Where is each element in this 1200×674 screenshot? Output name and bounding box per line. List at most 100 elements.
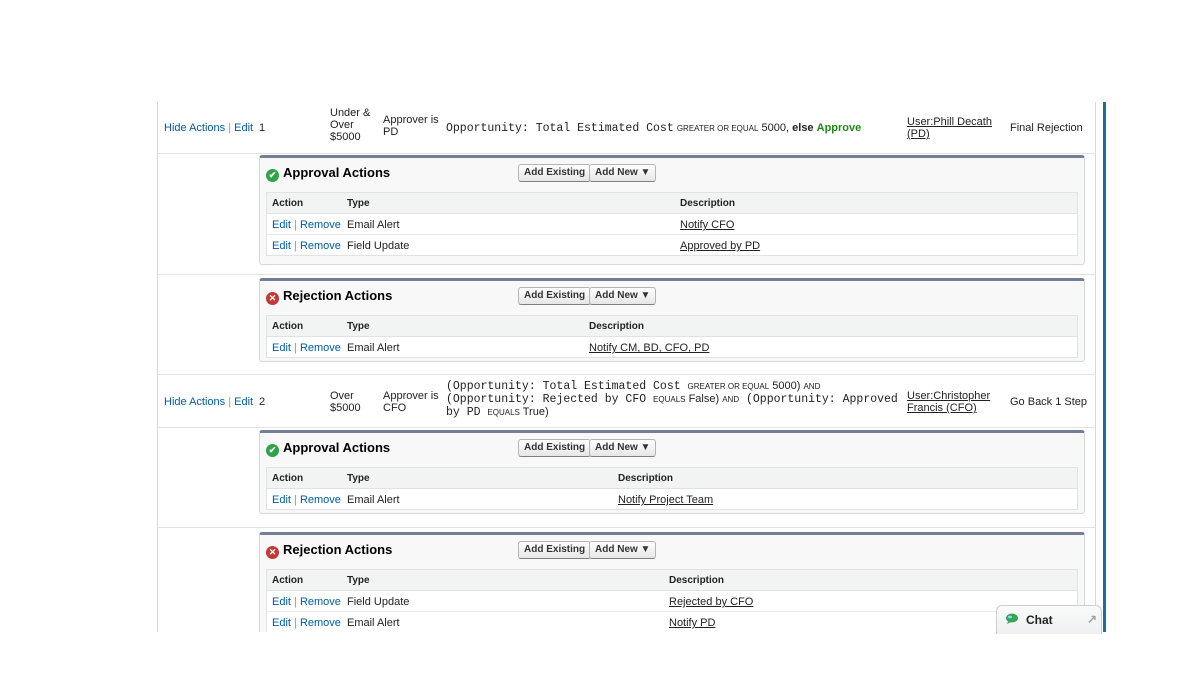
rejection-actions-panel: ✕ Rejection Actions Add Existing Add New …	[259, 532, 1085, 632]
hide-actions-link[interactable]: Hide Actions	[164, 396, 225, 408]
chat-bubble-icon	[1005, 613, 1019, 624]
panel-title-text: Rejection Actions	[283, 542, 393, 557]
action-type: Email Alert	[347, 617, 400, 629]
edit-step-link[interactable]: Edit	[234, 396, 253, 408]
remove-action-link[interactable]: Remove	[300, 219, 341, 231]
step-description-line: Approver is	[383, 114, 439, 126]
edit-action-link[interactable]: Edit	[272, 219, 291, 231]
edit-action-link[interactable]: Edit	[272, 494, 291, 506]
separator: |	[228, 396, 232, 408]
remove-action-link[interactable]: Remove	[300, 342, 341, 354]
action-description-link[interactable]: Notify Project Team	[618, 494, 713, 506]
x-icon: ✕	[266, 546, 279, 559]
assigned-approver-link[interactable]: Francis (CFO)	[907, 402, 977, 414]
panel-title: ✕ Rejection Actions	[266, 542, 392, 559]
edit-action-link[interactable]: Edit	[272, 596, 291, 608]
action-type: Field Update	[347, 596, 410, 608]
actions-table: Action Type Description Edit | Remove Em…	[266, 467, 1078, 510]
step-criteria: Opportunity: Total Estimated Cost GREATE…	[446, 122, 861, 135]
rejection-actions-panel: ✕ Rejection Actions Add Existing Add New …	[259, 278, 1085, 362]
approval-actions-panel: ✔ Approval Actions Add Existing Add New ▼…	[259, 430, 1085, 514]
criteria-field: (Opportunity: Rejected by CFO	[446, 393, 654, 406]
remove-action-link[interactable]: Remove	[300, 494, 341, 506]
assigned-approver-link[interactable]: User:Christopher	[907, 390, 990, 402]
criteria-field: Opportunity: Total Estimated Cost	[446, 122, 674, 135]
add-existing-button[interactable]: Add Existing	[518, 541, 592, 559]
step-actions: Hide Actions | Edit	[164, 122, 253, 134]
panel-title-text: Approval Actions	[283, 165, 391, 180]
table-header: Action Type Description	[267, 570, 1077, 591]
remove-action-link[interactable]: Remove	[300, 596, 341, 608]
criteria-field: by PD	[446, 406, 488, 419]
page-right-border	[1103, 102, 1106, 632]
add-new-button[interactable]: Add New ▼	[589, 439, 657, 457]
column-header-type: Type	[347, 575, 370, 586]
column-header-description: Description	[618, 473, 674, 484]
actions-table: Action Type Description Edit | Remove Fi…	[266, 569, 1078, 632]
add-existing-button[interactable]: Add Existing	[518, 287, 592, 305]
expand-arrow-icon[interactable]: ↗	[1087, 612, 1097, 626]
criteria-operator: EQUALS	[487, 408, 520, 417]
column-header-action: Action	[272, 473, 304, 484]
remove-action-link[interactable]: Remove	[300, 617, 341, 629]
reject-behavior: Go Back 1 Step	[1010, 396, 1088, 408]
column-header-action: Action	[272, 321, 304, 332]
separator: |	[294, 596, 297, 608]
edit-action-link[interactable]: Edit	[272, 240, 291, 252]
criteria-field: (Opportunity: Approved	[739, 393, 898, 406]
table-row: Edit | Remove Email Alert Notify PD	[267, 612, 1077, 632]
edit-step-link[interactable]: Edit	[234, 122, 253, 134]
step-name-line: $5000	[330, 131, 361, 143]
hide-actions-link[interactable]: Hide Actions	[164, 122, 225, 134]
action-description-link[interactable]: Approved by PD	[680, 240, 760, 252]
add-new-button[interactable]: Add New ▼	[589, 541, 657, 559]
x-icon: ✕	[266, 292, 279, 305]
add-existing-button[interactable]: Add Existing	[518, 439, 592, 457]
action-description-link[interactable]: Notify CM, BD, CFO, PD	[589, 342, 709, 354]
table-header: Action Type Description	[267, 316, 1077, 337]
edit-action-link[interactable]: Edit	[272, 617, 291, 629]
step-number: 2	[259, 396, 266, 408]
actions-row: ✕ Rejection Actions Add Existing Add New …	[158, 274, 1095, 375]
separator: |	[294, 617, 297, 629]
step-description: Approver is CFO	[383, 390, 439, 414]
table-row: Edit | Remove Field Update Approved by P…	[267, 235, 1077, 255]
criteria-result: Approve	[816, 122, 862, 134]
separator: |	[228, 122, 232, 134]
add-new-button[interactable]: Add New ▼	[589, 287, 657, 305]
criteria-operator: GREATER OR EQUAL	[687, 382, 770, 391]
step-name: Over $5000	[330, 390, 361, 414]
criteria-comma: ,	[786, 122, 790, 134]
criteria-line: (Opportunity: Rejected by CFO EQUALS Fal…	[446, 393, 898, 406]
separator: |	[294, 342, 297, 354]
action-type: Email Alert	[347, 342, 400, 354]
column-header-action: Action	[272, 575, 304, 586]
criteria-value: False)	[685, 393, 723, 405]
action-description-link[interactable]: Notify PD	[669, 617, 715, 629]
column-header-description: Description	[669, 575, 725, 586]
action-description-link[interactable]: Notify CFO	[680, 219, 734, 231]
panel-title-text: Approval Actions	[283, 440, 391, 455]
action-type: Email Alert	[347, 219, 400, 231]
add-new-button[interactable]: Add New ▼	[589, 164, 657, 182]
table-row: Edit | Remove Field Update Rejected by C…	[267, 591, 1077, 612]
action-description-link[interactable]: Rejected by CFO	[669, 596, 753, 608]
criteria-value: True)	[519, 406, 549, 418]
remove-action-link[interactable]: Remove	[300, 240, 341, 252]
approval-steps-list: Hide Actions | Edit 1 Under & Over $5000…	[157, 102, 1096, 632]
table-row: Edit | Remove Email Alert Notify Project…	[267, 489, 1077, 509]
step-name-line: Under &	[330, 107, 371, 119]
reject-behavior: Final Rejection	[1010, 122, 1083, 134]
separator: |	[294, 494, 297, 506]
add-existing-button[interactable]: Add Existing	[518, 164, 592, 182]
column-header-type: Type	[347, 321, 370, 332]
assigned-approver[interactable]: User:Christopher Francis (CFO)	[907, 390, 990, 414]
chat-widget[interactable]: Chat ↗	[996, 605, 1102, 634]
edit-action-link[interactable]: Edit	[272, 342, 291, 354]
actions-table: Action Type Description Edit | Remove Em…	[266, 192, 1078, 256]
step-description-line: CFO	[383, 402, 407, 414]
assigned-approver-link[interactable]: User:Phill Decath	[907, 116, 992, 128]
assigned-approver-link[interactable]: (PD)	[907, 128, 930, 140]
check-icon: ✔	[266, 444, 279, 457]
assigned-approver[interactable]: User:Phill Decath (PD)	[907, 116, 992, 140]
